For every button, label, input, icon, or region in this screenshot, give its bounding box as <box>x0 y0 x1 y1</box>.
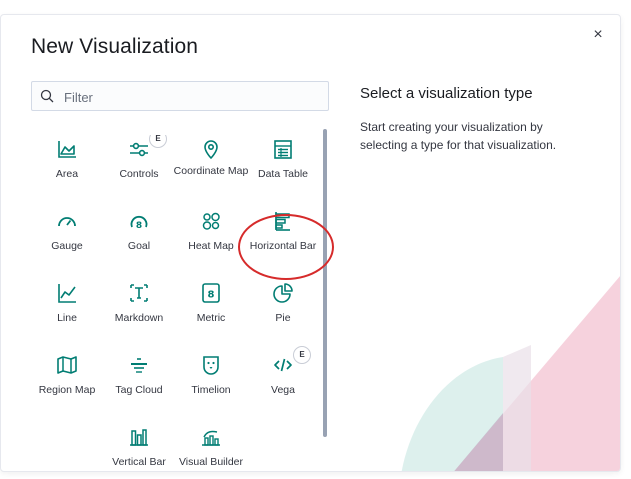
tile-markdown[interactable]: Markdown <box>103 279 175 345</box>
tag-cloud-icon <box>131 358 147 373</box>
tile-tag-cloud[interactable]: Tag Cloud <box>103 351 175 417</box>
tile-vega[interactable]: E Vega <box>247 346 319 417</box>
filter-search-box[interactable] <box>31 81 329 112</box>
tile-label: Area <box>55 168 79 180</box>
filter-input[interactable] <box>62 82 326 112</box>
close-button[interactable]: × <box>590 27 606 43</box>
tile-label: Gauge <box>51 240 83 252</box>
tile-horizontal-bar[interactable]: Horizontal Bar <box>247 207 319 273</box>
tile-label: Heat Map <box>188 240 234 252</box>
experimental-badge: E <box>149 135 167 148</box>
tile-data-table[interactable]: Data Table <box>247 135 319 201</box>
tile-vertical-bar[interactable]: Vertical Bar <box>103 423 175 471</box>
tile-visual-builder[interactable]: Visual Builder <box>175 423 247 471</box>
tile-pie[interactable]: Pie <box>247 279 319 345</box>
tile-gauge[interactable]: Gauge <box>31 207 103 273</box>
data-table-icon <box>274 140 292 159</box>
decorative-illustration <box>401 276 620 471</box>
goal-icon: 8 <box>130 215 148 231</box>
tile-label: Visual Builder <box>178 456 243 468</box>
tile-label: Timelion <box>191 384 231 396</box>
visual-builder-icon <box>202 430 220 446</box>
tile-area[interactable]: Area <box>31 135 103 201</box>
tile-region-map[interactable]: Region Map <box>31 351 103 417</box>
tile-label: Tag Cloud <box>115 384 163 396</box>
region-map-icon <box>57 356 77 374</box>
tile-label: Goal <box>127 240 151 252</box>
controls-icon <box>130 142 148 157</box>
tile-label: Controls <box>119 168 159 180</box>
tile-label: Markdown <box>114 312 164 324</box>
vega-icon <box>274 358 292 372</box>
tile-heat-map[interactable]: Heat Map <box>175 207 247 273</box>
tile-label: Horizontal Bar <box>249 240 317 252</box>
pie-chart-icon <box>273 283 293 303</box>
tile-goal[interactable]: 8 Goal <box>103 207 175 273</box>
new-visualization-modal: × New Visualization Area E Controls <box>0 14 621 472</box>
tile-label: Pie <box>275 312 291 324</box>
tile-label: Data Table <box>257 168 308 180</box>
search-icon <box>40 89 54 103</box>
visualization-type-grid: Area E Controls Coordinate Map Data Tabl… <box>31 135 321 471</box>
horizontal-bar-icon <box>275 212 290 231</box>
tile-metric[interactable]: 8 Metric <box>175 279 247 345</box>
tile-line[interactable]: Line <box>31 279 103 345</box>
metric-icon: 8 <box>202 283 220 303</box>
tile-label: Region Map <box>38 384 96 396</box>
vertical-bar-icon <box>130 429 148 446</box>
tile-label: Line <box>57 312 77 324</box>
tile-timelion[interactable]: Timelion <box>175 351 247 417</box>
tile-coordinate-map[interactable]: Coordinate Map <box>174 135 248 201</box>
modal-title: New Visualization <box>31 35 199 58</box>
heat-map-icon <box>202 212 220 230</box>
grid-scrollbar[interactable] <box>323 129 327 437</box>
tile-label: Vertical Bar <box>112 456 166 468</box>
svg-text:8: 8 <box>136 221 142 231</box>
select-type-description: Start creating your visualization by sel… <box>360 120 557 152</box>
experimental-badge: E <box>293 346 311 364</box>
map-pin-icon <box>204 140 218 160</box>
tile-controls[interactable]: E Controls <box>103 135 175 201</box>
gauge-icon <box>58 217 76 227</box>
tile-label: Vega <box>271 384 295 396</box>
tile-label: Metric <box>196 312 226 324</box>
svg-text:8: 8 <box>208 290 215 301</box>
tile-label: Coordinate Map <box>173 165 249 177</box>
timelion-icon <box>203 356 219 375</box>
select-type-heading: Select a visualization type <box>360 85 533 102</box>
markdown-icon <box>130 284 148 302</box>
area-chart-icon <box>58 141 76 158</box>
line-chart-icon <box>58 284 76 303</box>
